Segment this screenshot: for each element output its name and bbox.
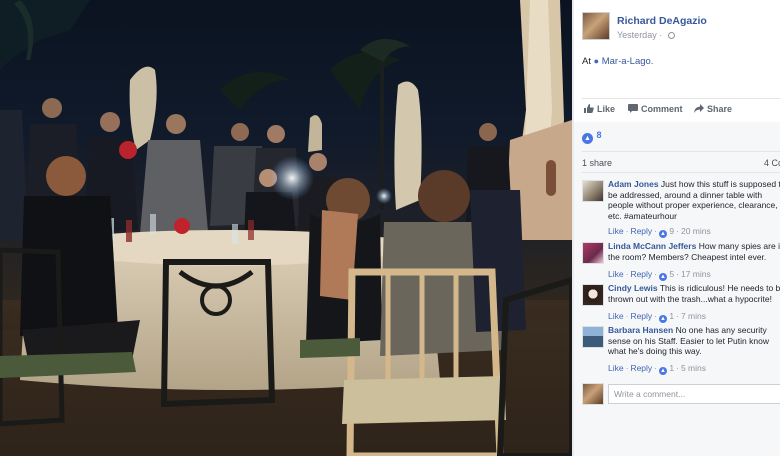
- like-reaction-icon: ▲: [659, 230, 668, 238]
- comment-time[interactable]: 5 mins: [681, 363, 706, 373]
- viewer-avatar: [582, 383, 604, 405]
- comment-like-link[interactable]: Like: [608, 363, 624, 373]
- comment-meta: Like · Reply · ▲ 1 · 7 mins: [608, 311, 707, 323]
- like-button[interactable]: Like: [584, 104, 615, 114]
- comments-divider: [582, 172, 780, 173]
- comment-input[interactable]: [608, 384, 780, 404]
- comment-like-link[interactable]: Like: [608, 226, 624, 236]
- reaction-count[interactable]: 5: [669, 269, 674, 279]
- checkin-line: At ● Mar-a-Lago.: [582, 56, 653, 67]
- comments-count[interactable]: 4 Co: [764, 158, 780, 168]
- comment-icon: [628, 104, 638, 113]
- commenter-avatar[interactable]: [582, 326, 604, 348]
- post-photo[interactable]: [0, 0, 572, 456]
- commenter-name[interactable]: Cindy Lewis: [608, 283, 658, 293]
- checkin-prefix: At: [582, 56, 591, 67]
- comment-text: Adam Jones Just how this stuff is suppos…: [608, 179, 780, 221]
- comment-text: Cindy Lewis This is ridiculous! He needs…: [608, 283, 780, 304]
- post-header: Richard DeAgazio Yesterday ·: [582, 12, 780, 44]
- actions-divider: [582, 98, 780, 99]
- comment-reply-link[interactable]: Reply: [630, 269, 652, 279]
- comment-text: Barbara Hansen No one has any security s…: [608, 325, 780, 357]
- reaction-count[interactable]: 9: [669, 226, 674, 236]
- commenter-avatar[interactable]: [582, 284, 604, 306]
- comment-time[interactable]: 7 mins: [681, 311, 706, 321]
- reaction-count[interactable]: 1: [669, 311, 674, 321]
- map-pin-icon: ●: [593, 56, 600, 66]
- commenter-name[interactable]: Adam Jones: [608, 179, 659, 189]
- stats-divider: [582, 151, 780, 152]
- comment-reply-link[interactable]: Reply: [630, 226, 652, 236]
- commenter-name[interactable]: Linda McCann Jeffers: [608, 241, 696, 251]
- globe-icon: [667, 32, 675, 39]
- like-label: Like: [597, 104, 616, 114]
- comment-time[interactable]: 17 mins: [681, 269, 711, 279]
- comment-composer: [582, 382, 780, 408]
- comment-label: Comment: [641, 104, 683, 114]
- author-name[interactable]: Richard DeAgazio: [617, 15, 707, 27]
- commenter-avatar[interactable]: [582, 242, 604, 264]
- comment-like-link[interactable]: Like: [608, 311, 624, 321]
- share-button[interactable]: Share: [694, 104, 732, 114]
- comment-text: Linda McCann Jeffers How many spies are …: [608, 241, 780, 262]
- comment-button[interactable]: Comment: [628, 104, 683, 114]
- shares-count[interactable]: 1 share: [582, 158, 612, 168]
- comment-meta: Like · Reply · ▲ 5 · 17 mins: [608, 269, 711, 281]
- like-reaction-icon: ▲: [582, 133, 593, 144]
- likes-summary[interactable]: ▲ 8: [582, 130, 602, 144]
- commenter-avatar[interactable]: [582, 180, 604, 202]
- share-arrow-icon: [694, 104, 704, 113]
- location-link[interactable]: Mar-a-Lago.: [602, 56, 654, 67]
- comment-time[interactable]: 20 mins: [681, 226, 711, 236]
- comment-like-link[interactable]: Like: [608, 269, 624, 279]
- post-timestamp[interactable]: Yesterday ·: [617, 30, 675, 40]
- like-reaction-icon: ▲: [659, 367, 668, 375]
- like-reaction-icon: ▲: [659, 315, 668, 323]
- commenter-name[interactable]: Barbara Hansen: [608, 325, 673, 335]
- share-label: Share: [707, 104, 733, 114]
- likes-count: 8: [596, 130, 602, 140]
- dinner-scene-illustration: [0, 0, 572, 456]
- reaction-count[interactable]: 1: [669, 363, 674, 373]
- comment-meta: Like · Reply · ▲ 1 · 5 mins: [608, 363, 707, 375]
- thumbs-up-icon: [584, 104, 594, 113]
- like-reaction-icon: ▲: [659, 273, 668, 281]
- author-avatar[interactable]: [582, 12, 610, 40]
- post-side-panel: Richard DeAgazio Yesterday · At ● Mar-a-…: [574, 0, 780, 456]
- comment-meta: Like · Reply · ▲ 9 · 20 mins: [608, 226, 711, 238]
- timestamp-text: Yesterday: [617, 30, 657, 40]
- post-actions-bar: Like Comment Share: [582, 104, 780, 122]
- comment-reply-link[interactable]: Reply: [630, 311, 652, 321]
- comment-reply-link[interactable]: Reply: [630, 363, 652, 373]
